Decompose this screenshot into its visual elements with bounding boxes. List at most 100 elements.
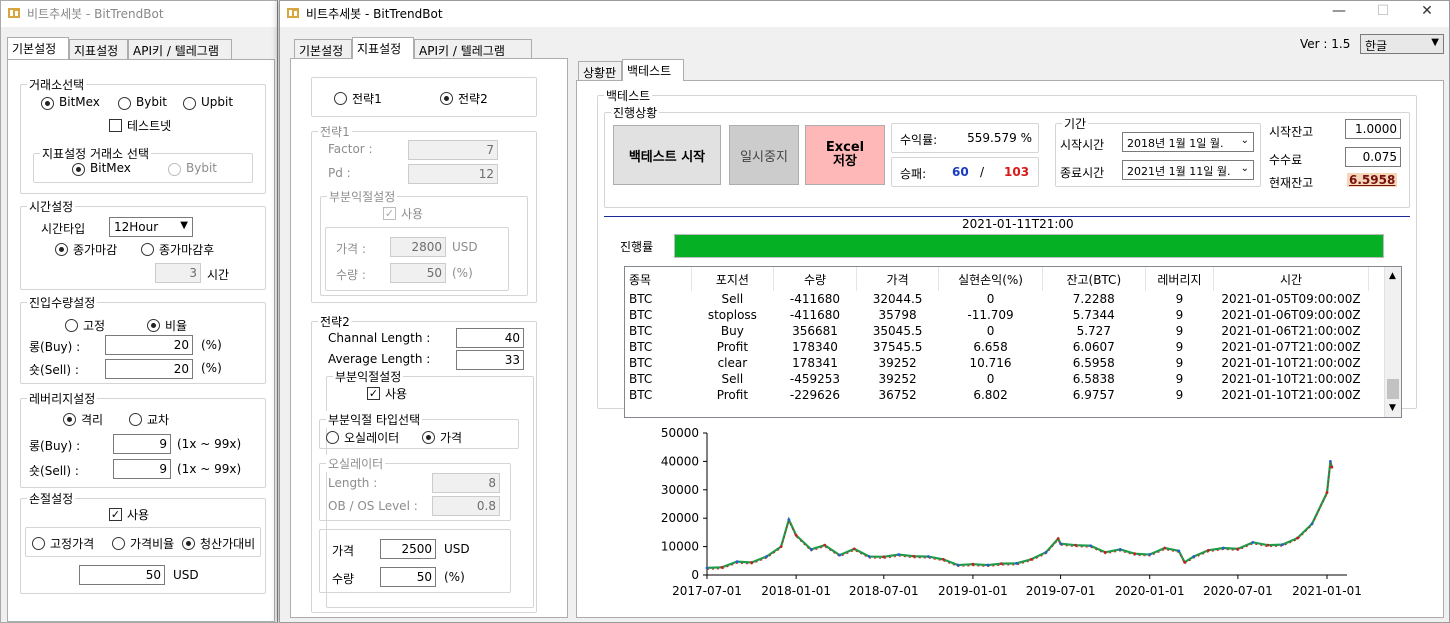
s1-use-checkbox[interactable]: ✓ [383,207,396,220]
column-header[interactable]: 종목 [625,267,692,291]
time-type-select[interactable]: 12Hour ▼ [109,217,193,237]
start-date-picker[interactable]: 2018년 1월 1일 월. ⌄ [1122,132,1254,152]
table-row[interactable]: BTC clear 178341 39252 10.716 6.5958 9 2021-01-… [625,355,1369,371]
tab-api-telegram[interactable]: API키 / 텔레그램 [414,39,532,59]
language-select[interactable]: 한글 ▼ [1360,34,1444,54]
scroll-thumb[interactable] [1387,379,1399,399]
factor-input[interactable]: 7 [408,140,498,160]
table-cell: 37545.5 [872,340,923,354]
maximize-icon[interactable]: ☐ [1362,1,1404,23]
table-cell: 6.9757 [1072,388,1115,402]
channel-length-input[interactable]: 40 [456,328,524,348]
lev-long-input[interactable]: 9 [113,434,171,454]
column-header[interactable]: 가격 [856,267,940,291]
column-header[interactable]: 실현손익(%) [938,267,1043,291]
table-row[interactable]: BTC stoploss -411680 35798 -11.709 5.7344 9 202… [625,307,1369,323]
stoploss-use-checkbox[interactable]: ✓ [109,508,122,521]
s2-price-input[interactable]: 2500 [380,539,436,559]
tab-api-telegram[interactable]: API키 / 텔레그램 [128,39,232,59]
s1-price-input[interactable]: 2800 [390,237,446,257]
radio-close[interactable] [55,243,68,256]
lev-short-input[interactable]: 9 [113,459,171,479]
radio-price-type[interactable] [422,431,435,444]
radio-strategy2[interactable] [440,92,453,105]
radio-ind-bybit-label: Bybit [186,161,217,175]
price-point [1325,491,1329,495]
tab-indicator-settings[interactable]: 지표설정 [352,37,414,59]
tab-basic-settings[interactable]: 기본설정 [7,37,69,59]
exchange-group-title: 거래소선택 [27,76,87,93]
radio-strategy1-label: 전략1 [352,92,382,106]
start-backtest-button[interactable]: 백테스트 시작 [613,125,721,185]
average-length-input[interactable]: 33 [456,350,524,370]
price-point [882,555,886,559]
stoploss-value-input[interactable]: 50 [79,565,165,585]
table-row[interactable]: BTC Buy 356681 35045.5 0 5.727 9 2021-01-06T21:… [625,323,1369,339]
minimize-icon[interactable]: — [1318,1,1360,23]
s2-qty-input[interactable]: 50 [380,567,436,587]
s2-qty-label: 수량 [332,572,355,586]
table-row[interactable]: BTC Profit -229626 36752 6.802 6.9757 9 2021-01… [625,387,1369,403]
after-hours-input[interactable]: 3 [155,263,201,283]
tab-backtest[interactable]: 백테스트 [622,59,684,81]
radio-upbit[interactable] [183,97,196,110]
table-row[interactable]: BTC Sell -459253 39252 0 6.5838 9 2021-01-10T21… [625,371,1369,387]
entry-short-input[interactable]: 20 [105,359,193,379]
radio-ind-bybit[interactable] [168,163,181,176]
radio-ratio[interactable] [147,319,160,332]
s2-use-checkbox[interactable]: ✓ [367,387,380,400]
radio-oscillator[interactable] [326,431,339,444]
lev-long-range: (1x ~ 99x) [177,437,242,451]
table-cell: Sell [721,292,744,306]
radio-strategy2-label: 전략2 [458,92,488,106]
scroll-down-icon[interactable]: ▼ [1389,403,1396,413]
radio-isolated[interactable] [63,413,76,426]
column-header[interactable]: 레버리지 [1145,267,1215,291]
table-cell: 32044.5 [872,292,923,306]
table-scrollbar[interactable]: ▲ ▼ [1384,267,1401,417]
fee-input[interactable]: 0.075 [1345,147,1401,167]
price-point [1328,460,1332,463]
excel-save-button[interactable]: Excel 저장 [805,125,885,185]
column-header[interactable]: 잔고(BTC) [1042,267,1146,291]
testnet-checkbox[interactable] [109,119,122,132]
time-group-title: 시간설정 [27,198,76,215]
table-cell: 2021-01-10T21:00:00Z [1221,372,1361,386]
tab-basic-settings[interactable]: 기본설정 [294,39,352,59]
radio-fixed-price[interactable] [32,537,45,550]
end-date-picker[interactable]: 2021년 1월 11일 월. ⌄ [1122,160,1254,180]
entry-long-input[interactable]: 20 [105,335,193,355]
table-row[interactable]: BTC Sell -411680 32044.5 0 7.2288 9 2021-01-05T… [625,291,1369,307]
tab-indicator-settings[interactable]: 지표설정 [69,39,128,59]
stoploss-use-label: 사용 [127,508,150,522]
close-icon[interactable]: ✕ [1406,1,1448,23]
table-cell: Buy [720,324,744,338]
table-row[interactable]: BTC Profit 178340 37545.5 6.658 6.0607 9 2021-0… [625,339,1369,355]
radio-price-ratio[interactable] [112,537,125,550]
osc-length-input[interactable]: 8 [432,473,500,493]
radio-strategy1[interactable] [334,92,347,105]
radio-cross[interactable] [129,413,142,426]
radio-fixed[interactable] [65,319,78,332]
obos-input[interactable]: 0.8 [432,496,500,516]
column-header[interactable]: 시간 [1213,267,1369,291]
start-balance-input[interactable]: 1.0000 [1345,119,1401,139]
column-header[interactable]: 포지션 [691,267,775,291]
radio-liq-price[interactable] [182,537,195,550]
table-cell: Sell [721,372,744,386]
pd-input[interactable]: 12 [408,164,498,184]
radio-bybit[interactable] [118,97,131,110]
stoploss-unit: USD [173,568,199,582]
radio-bitmex[interactable] [41,97,54,110]
table-cell: -229626 [789,388,841,402]
tab-dashboard[interactable]: 상황판 [578,61,622,81]
price-point [1310,522,1314,526]
trades-table[interactable]: 종목 포지션 수량 가격 실현손익(%) 잔고(BTC) 레버리지 시간 BTC Sell -41… [624,266,1402,418]
column-header[interactable]: 수량 [773,267,857,291]
s1-qty-input[interactable]: 50 [390,263,446,283]
scroll-up-icon[interactable]: ▲ [1389,271,1396,281]
radio-ind-bitmex[interactable] [72,163,85,176]
pause-button[interactable]: 일시중지 [729,125,799,185]
price-point [1177,549,1181,553]
radio-after-close[interactable] [141,243,154,256]
